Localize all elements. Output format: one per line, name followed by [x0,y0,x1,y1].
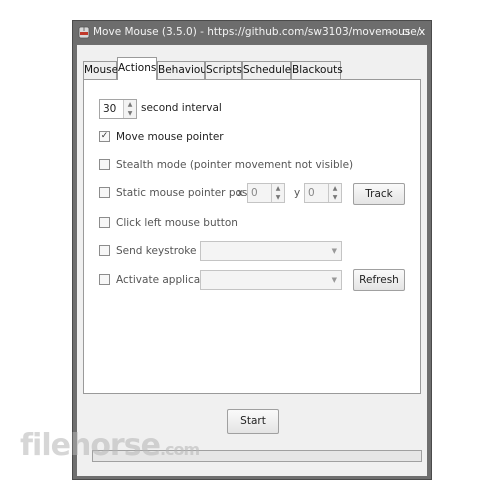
watermark-main: filehorse [20,428,161,463]
spinner-arrows[interactable]: ▲ ▼ [123,100,136,118]
x-coordinate-spinner[interactable]: 0 ▲ ▼ [247,183,285,203]
watermark-logo: filehorse.com [20,428,200,463]
interval-label: second interval [141,102,222,114]
y-coordinate-value[interactable]: 0 [308,186,315,200]
y-coordinate-label: y [294,187,301,199]
spinner-arrows[interactable]: ▲ ▼ [328,184,341,202]
click-left-checkbox[interactable] [99,217,110,228]
send-keystroke-label: Send keystroke [116,245,197,257]
tab-blackouts[interactable]: Blackouts [291,61,343,79]
window-title: Move Mouse (3.5.0) - https://github.com/… [93,26,421,38]
tab-schedules[interactable]: Schedules [242,61,297,79]
close-button[interactable]: x [415,24,429,40]
mouse-app-icon [78,26,90,39]
keystroke-dropdown[interactable]: ▼ [200,241,342,261]
x-coordinate-value[interactable]: 0 [251,186,258,200]
static-position-checkbox[interactable] [99,187,110,198]
maximize-button[interactable]: ▫ [399,24,413,40]
application-dropdown[interactable]: ▼ [200,270,342,290]
title-bar[interactable]: Move Mouse (3.5.0) - https://github.com/… [73,21,431,44]
click-left-label: Click left mouse button [116,217,238,229]
stealth-mode-checkbox[interactable] [99,159,110,170]
tab-behaviour[interactable]: Behaviour [157,61,211,79]
stealth-mode-label: Stealth mode (pointer movement not visib… [116,159,354,171]
refresh-button[interactable]: Refresh [353,269,405,291]
move-pointer-checkbox[interactable]: ✓ [99,131,110,142]
minimize-button[interactable]: – [383,24,397,40]
tab-mouse[interactable]: Mouse [83,61,118,79]
chevron-down-icon: ▼ [331,276,337,284]
tab-scripts[interactable]: Scripts [205,61,242,79]
window-client-area: Mouse Actions Behaviour Scripts Schedule… [77,45,427,476]
spinner-arrows[interactable]: ▲ ▼ [271,184,284,202]
actions-panel: 30 ▲ ▼ second interval ✓ Move mouse point… [83,79,421,394]
send-keystroke-checkbox[interactable] [99,245,110,256]
interval-value[interactable]: 30 [103,102,116,116]
start-button[interactable]: Start [227,409,279,434]
y-coordinate-spinner[interactable]: 0 ▲ ▼ [304,183,342,203]
tab-actions[interactable]: Actions [117,57,157,80]
interval-spinner[interactable]: 30 ▲ ▼ [99,99,137,119]
track-button[interactable]: Track [353,183,405,205]
app-window: Move Mouse (3.5.0) - https://github.com/… [72,20,432,480]
activate-app-checkbox[interactable] [99,274,110,285]
watermark-suffix: .com [159,440,200,459]
chevron-down-icon: ▼ [331,247,337,255]
move-pointer-label: Move mouse pointer [116,131,224,143]
x-coordinate-label: x [237,187,244,199]
